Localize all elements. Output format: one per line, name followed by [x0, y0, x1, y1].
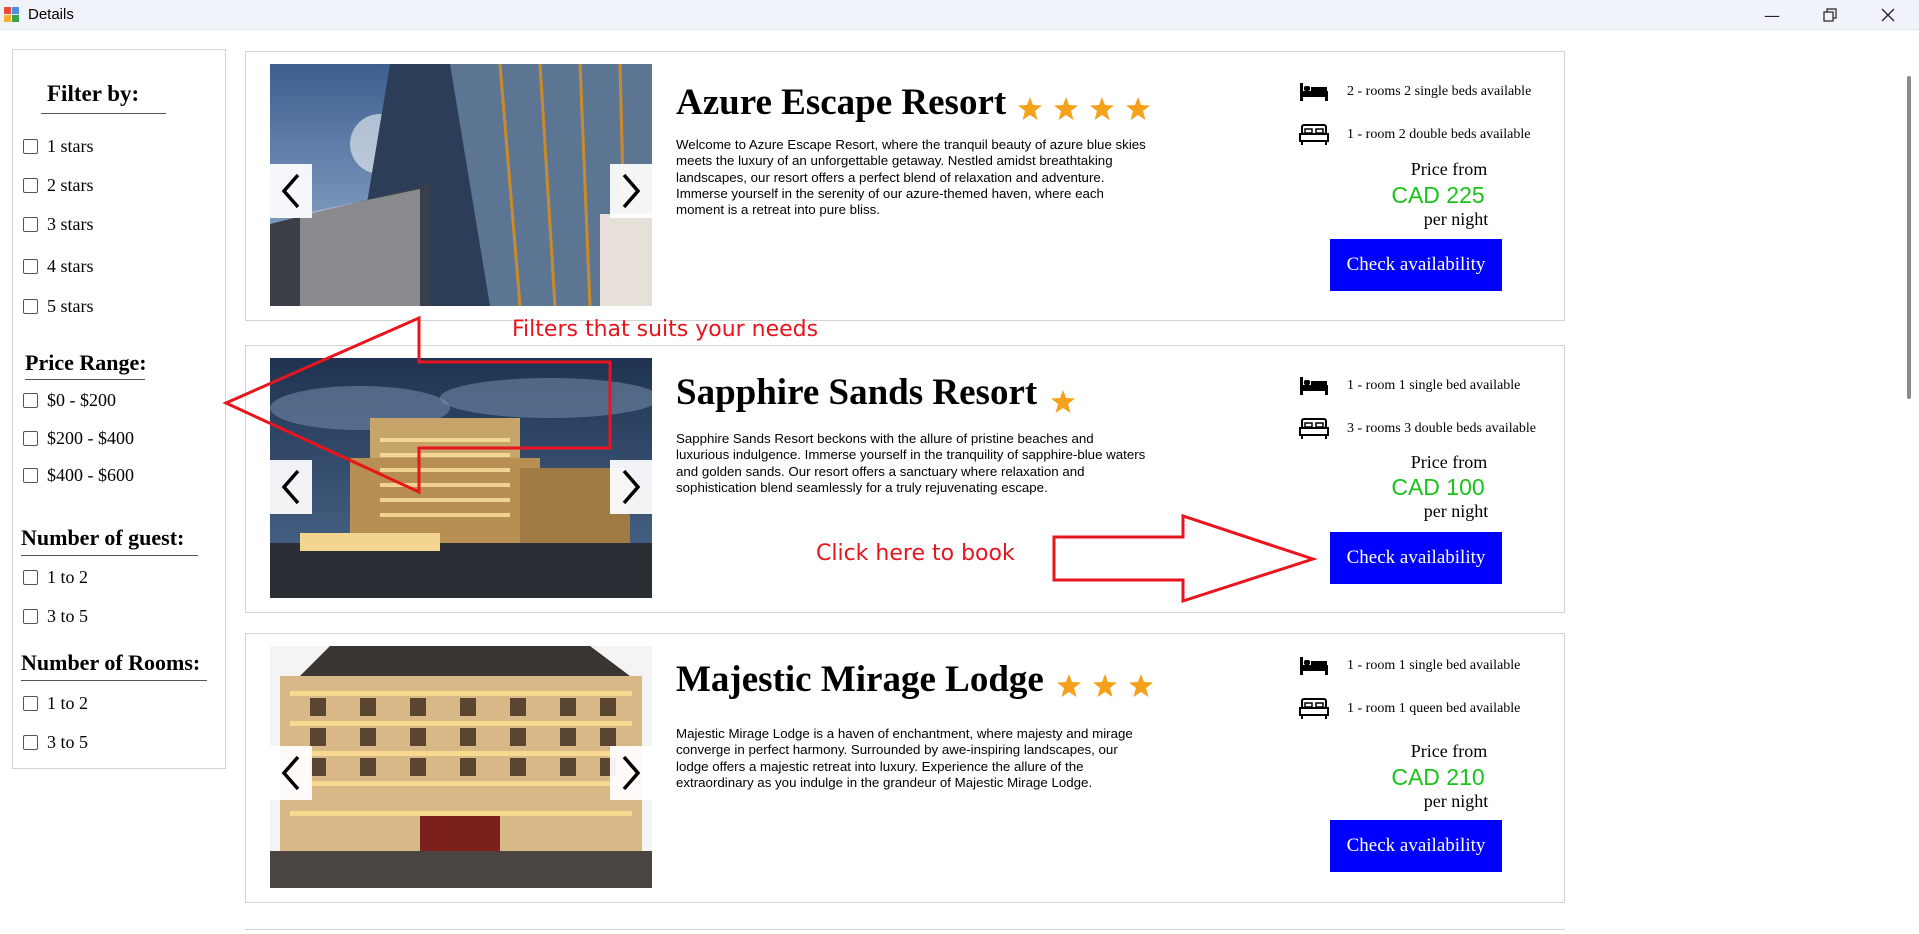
book-annotation: Click here to book: [816, 541, 1015, 566]
restore-button[interactable]: [1801, 0, 1859, 30]
close-icon: [1881, 8, 1895, 22]
annotation-arrows: [222, 315, 1318, 604]
arrow-left-icon: [222, 315, 612, 495]
restore-icon: [1823, 8, 1837, 22]
close-button[interactable]: [1859, 0, 1917, 30]
minimize-button[interactable]: —: [1743, 0, 1801, 30]
vertical-scrollbar[interactable]: [1907, 76, 1911, 399]
title-bar: Details —: [0, 0, 1919, 30]
minimize-icon: —: [1764, 5, 1780, 25]
window-title: Details: [28, 6, 74, 23]
arrow-right-icon: [1052, 513, 1318, 604]
content-area: Filter by: 1 stars 2 stars 3 stars 4 sta…: [0, 31, 1919, 934]
app-icon: [4, 7, 21, 23]
filters-annotation: Filters that suits your needs: [512, 317, 819, 342]
